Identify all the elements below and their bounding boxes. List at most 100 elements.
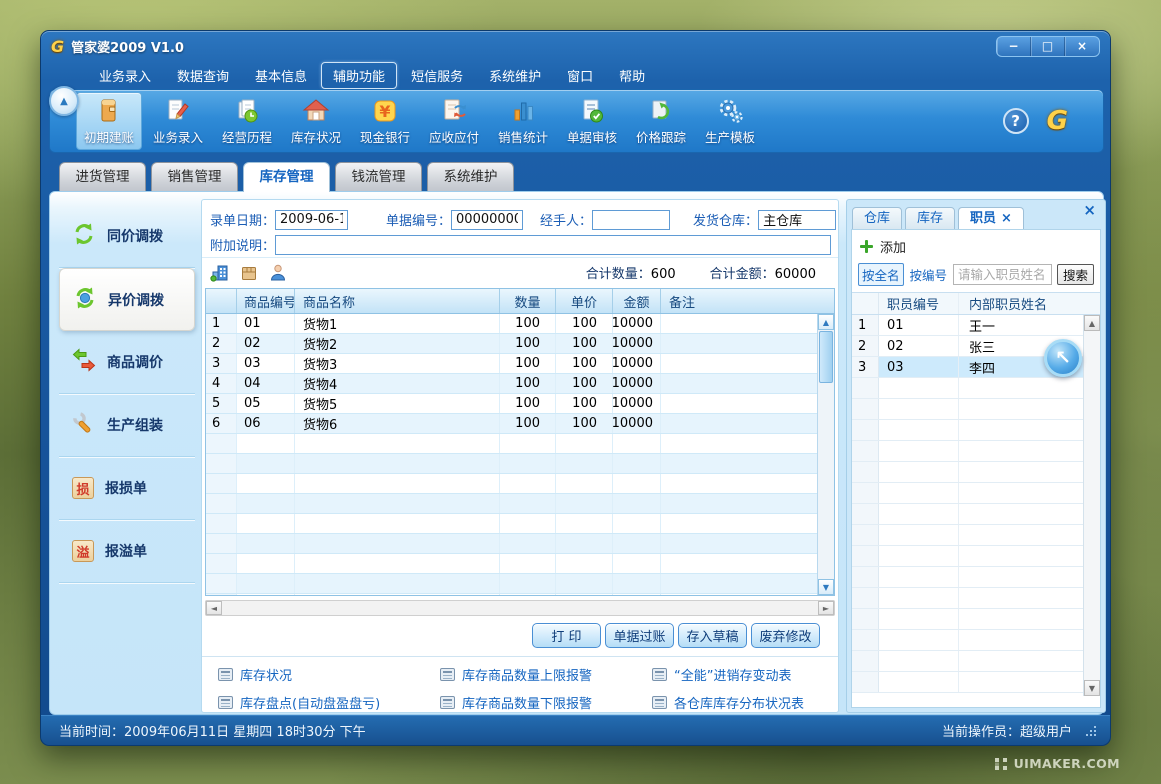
scroll-down-icon[interactable]: ▼: [818, 579, 834, 595]
staff-row-empty: [852, 567, 1100, 588]
menu-item-aux-functions[interactable]: 辅助功能: [321, 62, 397, 89]
tab-stock[interactable]: 库存: [905, 207, 955, 230]
close-button[interactable]: ×: [1065, 37, 1099, 56]
tab-warehouse[interactable]: 仓库: [852, 207, 902, 230]
toolbar-item-business-history[interactable]: 经营历程: [214, 92, 280, 150]
handler-input[interactable]: [592, 210, 670, 230]
person-icon[interactable]: [269, 264, 287, 282]
table-row-empty: [206, 494, 834, 514]
sidebar-item-same-price-transfer[interactable]: 同价调拨: [59, 205, 195, 268]
filter-by-name-toggle[interactable]: 按全名: [858, 263, 904, 286]
header-cell: 单价: [556, 289, 613, 313]
warehouse-input[interactable]: [758, 210, 836, 230]
status-bar: 当前时间：2009年06月11日 星期四 18时30分 下午 当前操作员：超级用…: [41, 715, 1110, 745]
staff-search-button[interactable]: 搜索: [1057, 264, 1094, 285]
tab-inventory-mgmt[interactable]: 库存管理: [243, 162, 330, 192]
tab-staff[interactable]: 职员×: [958, 207, 1024, 230]
tab-purchase-mgmt[interactable]: 进货管理: [59, 162, 146, 191]
scroll-right-icon[interactable]: ►: [818, 601, 834, 615]
menu-item-business-entry[interactable]: 业务录入: [87, 62, 163, 89]
discard-changes-button[interactable]: 废弃修改: [751, 623, 820, 648]
toolbar-item-price-tracking[interactable]: 价格跟踪: [628, 92, 694, 150]
toolbar-item-cash-bank[interactable]: ¥ 现金银行: [352, 92, 418, 150]
bar-chart-icon: [509, 97, 537, 125]
table-row[interactable]: 101货物110010010000: [206, 314, 834, 334]
note-label: 附加说明：: [210, 235, 275, 254]
post-voucher-button[interactable]: 单据过账: [605, 623, 674, 648]
staff-search-input[interactable]: [953, 264, 1052, 285]
table-row[interactable]: 404货物410010010000: [206, 374, 834, 394]
toolbar-item-initial-setup[interactable]: 初期建账: [76, 92, 142, 150]
tab-close-icon[interactable]: ×: [1001, 211, 1012, 226]
panel-close-icon[interactable]: ×: [1083, 203, 1096, 217]
staff-scrollbar[interactable]: ▲ ▼: [1083, 315, 1100, 696]
link-inventory-status[interactable]: 库存状况: [218, 665, 440, 684]
filter-by-code-toggle[interactable]: 按编号: [909, 264, 949, 285]
menu-item-sms-service[interactable]: 短信服务: [399, 62, 475, 89]
link-upper-limit-alert[interactable]: 库存商品数量上限报警: [440, 665, 652, 684]
sidebar-item-loss-report[interactable]: 损 报损单: [59, 457, 195, 520]
add-row[interactable]: 添加: [852, 230, 1100, 261]
maximize-button[interactable]: □: [1031, 37, 1065, 56]
table-row[interactable]: 606货物610010010000: [206, 414, 834, 434]
menu-item-basic-info[interactable]: 基本信息: [243, 62, 319, 89]
voucher-form-row-1: 录单日期： 单据编号： 经手人： 发货仓库：: [210, 207, 833, 232]
goods-box-icon[interactable]: [240, 264, 258, 282]
link-stock-count[interactable]: 库存盘点(自动盘盈盘亏): [218, 693, 440, 712]
table-row[interactable]: 303货物310010010000: [206, 354, 834, 374]
link-omni-flow-report[interactable]: “全能”进销存变动表: [652, 665, 838, 684]
window-title: 管家婆2009 V1.0: [71, 37, 184, 56]
minimize-button[interactable]: −: [997, 37, 1031, 56]
scroll-up-icon[interactable]: ▲: [818, 314, 834, 330]
sidebar-item-label: 报损单: [105, 478, 147, 498]
module-tabs: 进货管理 销售管理 库存管理 钱流管理 系统维护: [59, 162, 514, 192]
staff-row[interactable]: 101王一: [852, 315, 1100, 336]
title-bar: G 管家婆2009 V1.0 − □ ×: [41, 31, 1110, 61]
scroll-up-icon[interactable]: ▲: [1084, 315, 1100, 331]
totals-row: 合计数量：600 合计金额：60000: [202, 258, 838, 285]
toolbar-item-sales-stats[interactable]: 销售统计: [490, 92, 556, 150]
toolbar: 初期建账 业务录入 经营历程 库存状况 ¥ 现金银行 应收应付: [49, 89, 1104, 153]
sidebar-item-goods-reprice[interactable]: 商品调价: [59, 331, 195, 394]
help-icon[interactable]: ?: [1003, 108, 1029, 134]
link-warehouse-distribution[interactable]: 各仓库库存分布状况表: [652, 693, 838, 712]
print-button[interactable]: 打 印: [532, 623, 601, 648]
sidebar-item-label: 异价调拨: [108, 290, 164, 310]
menu-item-system-maint[interactable]: 系统维护: [477, 62, 553, 89]
save-draft-button[interactable]: 存入草稿: [678, 623, 747, 648]
menu-item-help[interactable]: 帮助: [607, 62, 657, 89]
toolbar-item-inventory-status[interactable]: 库存状况: [283, 92, 349, 150]
toolbar-item-receivable-payable[interactable]: 应收应付: [421, 92, 487, 150]
toolbar-item-business-entry[interactable]: 业务录入: [145, 92, 211, 150]
sidebar-item-overflow-report[interactable]: 溢 报溢单: [59, 520, 195, 583]
toolbar-item-doc-audit[interactable]: 单据审核: [559, 92, 625, 150]
horizontal-scrollbar[interactable]: ◄ ►: [205, 600, 835, 616]
doc-no-input[interactable]: [451, 210, 523, 230]
menu-item-data-query[interactable]: 数据查询: [165, 62, 241, 89]
note-input[interactable]: [275, 235, 831, 255]
scrollbar-thumb[interactable]: [819, 331, 833, 383]
link-lower-limit-alert[interactable]: 库存商品数量下限报警: [440, 693, 652, 712]
warehouse-building-icon[interactable]: [210, 264, 229, 282]
table-row-empty: [206, 594, 834, 596]
menu-item-window[interactable]: 窗口: [555, 62, 605, 89]
table-row[interactable]: 505货物510010010000: [206, 394, 834, 414]
scroll-left-icon[interactable]: ◄: [206, 601, 222, 615]
app-window: G 管家婆2009 V1.0 − □ × 业务录入 数据查询 基本信息 辅助功能…: [40, 30, 1111, 746]
toolbar-collapse-button[interactable]: ▲: [49, 86, 79, 116]
table-row[interactable]: 202货物210010010000: [206, 334, 834, 354]
resize-grip[interactable]: [1086, 726, 1096, 736]
scroll-down-icon[interactable]: ▼: [1084, 680, 1100, 696]
tab-sales-mgmt[interactable]: 销售管理: [151, 162, 238, 191]
date-input[interactable]: [275, 210, 348, 230]
header-cell: 备注: [661, 289, 834, 313]
tab-system-maint[interactable]: 系统维护: [427, 162, 514, 191]
sidebar-item-diff-price-transfer[interactable]: 异价调拨: [59, 268, 195, 331]
staff-row-empty: [852, 420, 1100, 441]
report-icon: [440, 696, 455, 709]
toolbar-item-production-template[interactable]: 生产模板: [697, 92, 763, 150]
tab-cashflow-mgmt[interactable]: 钱流管理: [335, 162, 422, 191]
staff-row-empty: [852, 399, 1100, 420]
vertical-scrollbar[interactable]: ▲ ▼: [817, 314, 834, 595]
sidebar-item-production-assembly[interactable]: 生产组装: [59, 394, 195, 457]
